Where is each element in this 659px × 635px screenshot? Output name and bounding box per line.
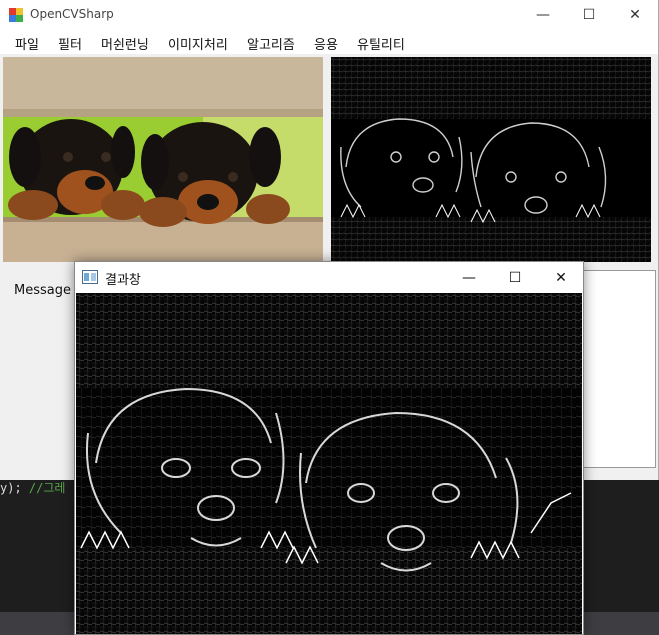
close-button[interactable]: ✕ bbox=[612, 0, 658, 30]
code-line: y); //그레 bbox=[0, 481, 66, 495]
result-titlebar[interactable]: 결과창 — ☐ ✕ bbox=[75, 262, 583, 293]
menu-algorithm[interactable]: 알고리즘 bbox=[247, 34, 295, 53]
menu-file[interactable]: 파일 bbox=[15, 34, 39, 53]
maximize-icon: ☐ bbox=[508, 269, 522, 286]
message-label: Message : bbox=[14, 283, 80, 298]
source-image bbox=[3, 57, 323, 262]
menu-application[interactable]: 응용 bbox=[314, 34, 338, 53]
window-title: OpenCVSharp bbox=[30, 7, 114, 21]
maximize-button[interactable]: ☐ bbox=[566, 0, 612, 30]
menu-utility[interactable]: 유틸리티 bbox=[357, 34, 405, 53]
result-close-button[interactable]: ✕ bbox=[538, 262, 584, 293]
menu-machine-learning[interactable]: 머쉰런닝 bbox=[101, 34, 149, 53]
menu-bar: 파일 필터 머쉰런닝 이미지처리 알고리즘 응용 유틸리티 bbox=[0, 30, 658, 54]
menu-filter[interactable]: 필터 bbox=[58, 34, 82, 53]
filtered-image bbox=[331, 57, 651, 262]
result-maximize-button[interactable]: ☐ bbox=[492, 262, 538, 293]
app-icon bbox=[9, 8, 23, 22]
window-icon bbox=[82, 270, 98, 284]
close-icon: ✕ bbox=[555, 269, 567, 286]
minimize-icon: — bbox=[536, 7, 550, 23]
maximize-icon: ☐ bbox=[582, 7, 596, 23]
close-icon: ✕ bbox=[629, 7, 641, 23]
main-titlebar: OpenCVSharp — ☐ ✕ bbox=[0, 0, 658, 30]
result-window: 결과창 — ☐ ✕ bbox=[74, 261, 584, 635]
minimize-button[interactable]: — bbox=[520, 0, 566, 30]
menu-image-processing[interactable]: 이미지처리 bbox=[168, 34, 228, 53]
result-window-title: 결과창 bbox=[105, 273, 141, 288]
minimize-icon: — bbox=[462, 269, 476, 286]
message-textbox[interactable] bbox=[578, 270, 656, 468]
result-image bbox=[76, 293, 582, 634]
result-minimize-button[interactable]: — bbox=[446, 262, 492, 293]
